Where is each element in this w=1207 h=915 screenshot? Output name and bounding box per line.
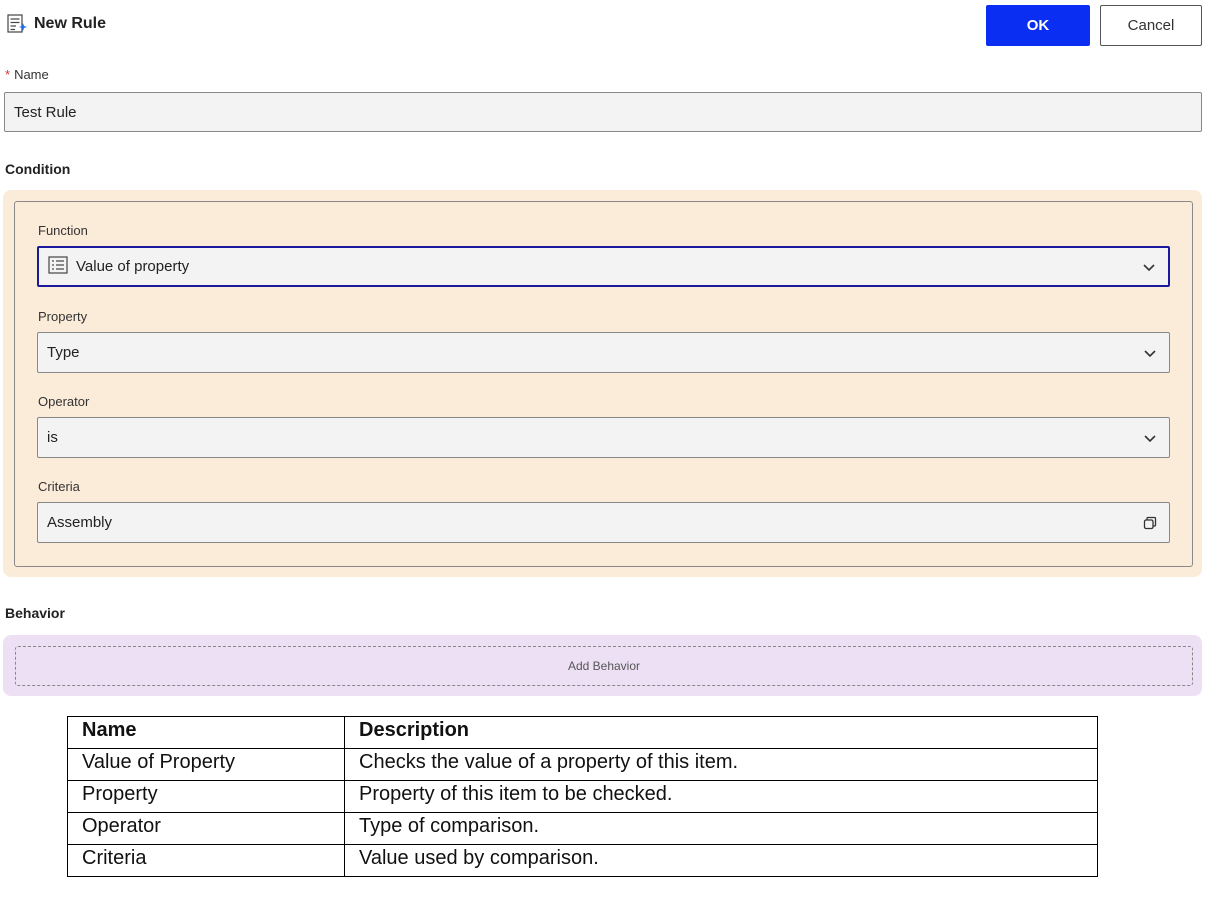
table-cell-name: Property [67,780,345,813]
property-select[interactable]: Type [37,332,1170,373]
page-title: New Rule [34,15,107,32]
chevron-down-icon[interactable] [1143,431,1157,445]
table-cell-description: Property of this item to be checked. [344,780,1098,813]
required-marker: * [5,67,11,82]
ok-button[interactable]: OK [986,5,1090,46]
rule-add-icon [7,14,29,34]
list-icon [48,255,68,278]
open-dialog-icon[interactable] [1143,516,1157,530]
condition-heading: Condition [5,161,71,177]
cancel-button[interactable]: Cancel [1100,5,1202,46]
operator-select[interactable]: is [37,417,1170,458]
table-cell-name: Criteria [67,844,345,877]
chevron-down-icon[interactable] [1143,346,1157,360]
behavior-heading: Behavior [5,605,65,621]
function-label: Function [38,223,88,238]
table-header-name: Name [67,716,345,749]
criteria-field-value: Assembly [47,514,113,531]
description-table: Name Description Value of Property Check… [67,716,1098,877]
name-label-text: Name [14,67,49,82]
table-cell-name: Operator [67,812,345,845]
table-header-description: Description [344,716,1098,749]
table-row: Operator Type of comparison. [67,812,1098,845]
operator-label: Operator [38,394,90,409]
table-row: Value of Property Checks the value of a … [67,748,1098,781]
function-select[interactable]: Value of property [37,246,1170,287]
table-header-row: Name Description [67,716,1098,749]
criteria-label: Criteria [38,479,80,494]
table-cell-description: Value used by comparison. [344,844,1098,877]
name-field-label: * Name [5,67,49,83]
name-input[interactable]: Test Rule [4,92,1202,132]
operator-select-value: is [47,429,58,446]
table-cell-description: Type of comparison. [344,812,1098,845]
table-row: Property Property of this item to be che… [67,780,1098,813]
criteria-field[interactable]: Assembly [37,502,1170,543]
table-row: Criteria Value used by comparison. [67,844,1098,877]
function-select-value: Value of property [76,258,190,275]
table-cell-name: Value of Property [67,748,345,781]
property-label: Property [38,309,88,324]
property-select-value: Type [47,344,80,361]
add-behavior-button[interactable]: Add Behavior [15,646,1193,686]
name-input-value: Test Rule [14,103,77,121]
chevron-down-icon[interactable] [1142,260,1156,274]
table-cell-description: Checks the value of a property of this i… [344,748,1098,781]
